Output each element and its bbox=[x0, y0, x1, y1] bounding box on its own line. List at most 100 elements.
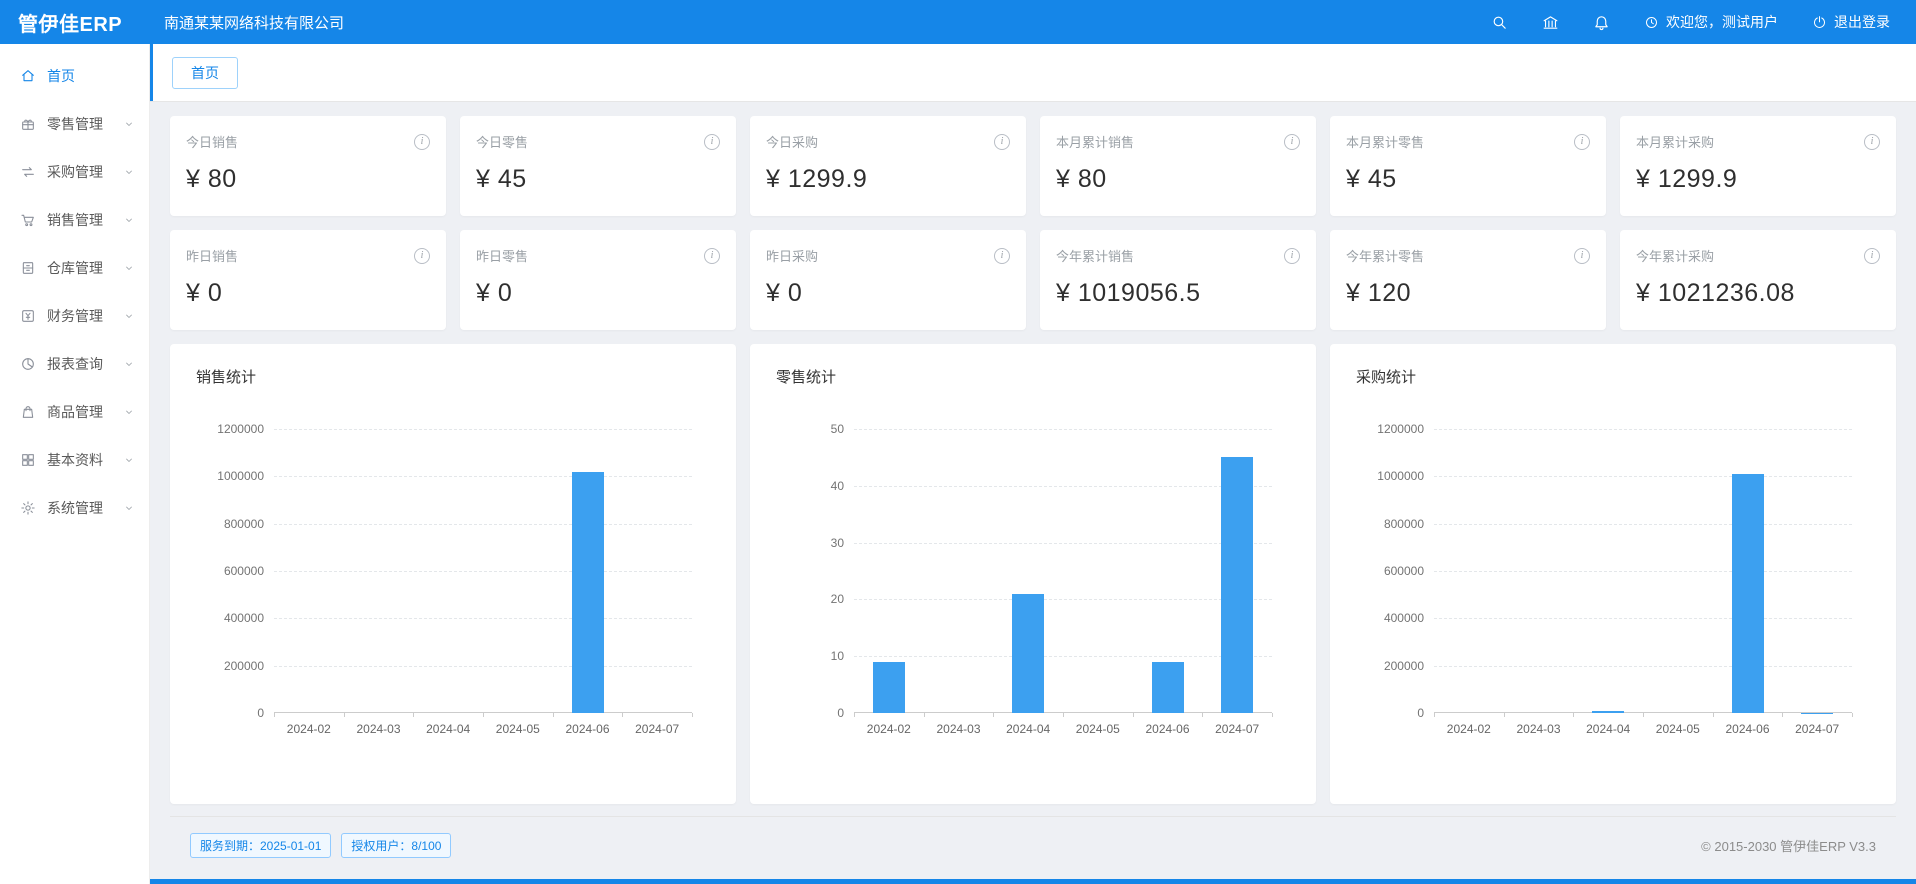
chart-title: 零售统计 bbox=[776, 366, 1290, 387]
sidebar-item-report[interactable]: 报表查询 bbox=[0, 340, 149, 388]
bar-2024-07[interactable] bbox=[1221, 457, 1253, 713]
bar-2024-04[interactable] bbox=[1012, 594, 1044, 713]
info-icon[interactable]: i bbox=[1864, 134, 1880, 150]
sidebar-item-warehouse[interactable]: 仓库管理 bbox=[0, 244, 149, 292]
stat-card-header: 今日采购i bbox=[766, 132, 1010, 151]
chevron-down-icon bbox=[123, 214, 135, 226]
x-axis-tick bbox=[993, 713, 994, 717]
bar-2024-06[interactable] bbox=[1732, 474, 1764, 713]
bar-2024-06[interactable] bbox=[1152, 662, 1184, 713]
stat-card-label: 本月累计采购 bbox=[1636, 132, 1714, 151]
sidebar-item-sales[interactable]: 销售管理 bbox=[0, 196, 149, 244]
stat-card: 昨日零售i¥ 0 bbox=[460, 230, 736, 330]
sidebar-item-home[interactable]: 首页 bbox=[0, 52, 149, 100]
stat-card-header: 今日零售i bbox=[476, 132, 720, 151]
info-icon[interactable]: i bbox=[1574, 134, 1590, 150]
x-axis-category-label: 2024-03 bbox=[1516, 722, 1560, 736]
retail-icon bbox=[20, 116, 36, 132]
info-icon[interactable]: i bbox=[1284, 248, 1300, 264]
bank-icon[interactable] bbox=[1542, 14, 1559, 31]
x-axis-tick bbox=[924, 713, 925, 717]
bar-2024-06[interactable] bbox=[572, 472, 604, 713]
info-icon[interactable]: i bbox=[414, 248, 430, 264]
system-icon bbox=[20, 500, 36, 516]
search-icon[interactable] bbox=[1491, 14, 1508, 31]
sidebar-item-label: 商品管理 bbox=[47, 402, 103, 422]
sidebar-item-retail[interactable]: 零售管理 bbox=[0, 100, 149, 148]
bell-icon[interactable] bbox=[1593, 14, 1610, 31]
stat-card-header: 今年累计采购i bbox=[1636, 246, 1880, 265]
stat-card-header: 昨日采购i bbox=[766, 246, 1010, 265]
y-axis-tick-label: 10 bbox=[774, 649, 844, 663]
stat-card-label: 本月累计零售 bbox=[1346, 132, 1424, 151]
info-icon[interactable]: i bbox=[994, 134, 1010, 150]
app-logo: 管伊佳ERP bbox=[0, 8, 150, 37]
stat-card-value: ¥ 80 bbox=[186, 165, 430, 194]
sidebar-item-goods[interactable]: 商品管理 bbox=[0, 388, 149, 436]
info-icon[interactable]: i bbox=[994, 248, 1010, 264]
stat-card: 今日销售 i ¥ 80 bbox=[170, 116, 446, 216]
x-axis-tick bbox=[1434, 713, 1435, 717]
stat-card-value: ¥ 1021236.08 bbox=[1636, 279, 1880, 308]
chevron-down-icon bbox=[123, 118, 135, 130]
chart-panel-2: 零售统计010203040502024-022024-032024-042024… bbox=[750, 344, 1316, 804]
gridline bbox=[1434, 571, 1852, 572]
info-icon[interactable]: i bbox=[414, 134, 430, 150]
x-axis-tick bbox=[854, 713, 855, 717]
info-icon[interactable]: i bbox=[1864, 248, 1880, 264]
gridline bbox=[854, 599, 1272, 600]
stat-card: 今日采购i¥ 1299.9 bbox=[750, 116, 1026, 216]
tab-home[interactable]: 首页 bbox=[172, 57, 238, 89]
stat-card-label: 今日销售 bbox=[186, 132, 238, 151]
stat-card: 本月累计销售i¥ 80 bbox=[1040, 116, 1316, 216]
sidebar-item-purchase[interactable]: 采购管理 bbox=[0, 148, 149, 196]
x-axis-tick bbox=[483, 713, 484, 717]
x-axis-category-label: 2024-03 bbox=[936, 722, 980, 736]
y-axis-tick-label: 20 bbox=[774, 592, 844, 606]
chevron-down-icon bbox=[123, 358, 135, 370]
gridline bbox=[1434, 666, 1852, 667]
chevron-down-icon bbox=[123, 502, 135, 514]
sidebar-item-system[interactable]: 系统管理 bbox=[0, 484, 149, 532]
stat-card: 今日零售i ¥ 45 bbox=[460, 116, 736, 216]
charts-row: 销售统计020000040000060000080000010000001200… bbox=[170, 344, 1896, 804]
gridline bbox=[854, 543, 1272, 544]
x-axis-category-label: 2024-07 bbox=[1215, 722, 1259, 736]
stat-cards-grid: 今日销售 i ¥ 80 今日零售i ¥ 45 今日采购i¥ 1299.9本月累计销售i¥ … bbox=[170, 116, 1896, 330]
y-axis-tick-label: 1200000 bbox=[194, 422, 264, 436]
x-axis-category-label: 2024-04 bbox=[1006, 722, 1050, 736]
stat-card-header: 本月累计零售 i bbox=[1346, 132, 1590, 151]
chevron-down-icon bbox=[123, 454, 135, 466]
gridline bbox=[1434, 524, 1852, 525]
info-icon[interactable]: i bbox=[704, 134, 720, 150]
sidebar-item-finance[interactable]: 财务管理 bbox=[0, 292, 149, 340]
stat-card-value: ¥ 45 bbox=[476, 165, 720, 194]
x-axis-category-label: 2024-04 bbox=[426, 722, 470, 736]
logout-button[interactable]: 退出登录 bbox=[1812, 12, 1890, 32]
y-axis-tick-label: 1200000 bbox=[1354, 422, 1424, 436]
y-axis-tick-label: 400000 bbox=[1354, 611, 1424, 625]
sidebar-item-label: 销售管理 bbox=[47, 210, 103, 230]
gridline bbox=[854, 656, 1272, 657]
stat-card-value: ¥ 0 bbox=[186, 279, 430, 308]
sidebar-item-label: 首页 bbox=[47, 66, 75, 86]
info-icon[interactable]: i bbox=[1574, 248, 1590, 264]
x-axis-tick bbox=[1272, 713, 1273, 717]
y-axis-tick-label: 600000 bbox=[194, 564, 264, 578]
chevron-down-icon bbox=[123, 406, 135, 418]
bar-2024-04[interactable] bbox=[1592, 711, 1624, 713]
bar-2024-02[interactable] bbox=[873, 662, 905, 713]
chevron-down-icon bbox=[123, 262, 135, 274]
user-menu[interactable]: 欢迎您，测试用户 bbox=[1644, 12, 1778, 32]
home-icon bbox=[20, 68, 36, 84]
info-icon[interactable]: i bbox=[704, 248, 720, 264]
x-axis-tick bbox=[1643, 713, 1644, 717]
content-area: 首页 今日销售 i ¥ 80 今日零售i ¥ 45 今日采购i¥ 1299.9本月累计销售… bbox=[150, 44, 1916, 884]
footer-badges: 服务到期：2025-01-01授权用户：8/100 bbox=[190, 833, 451, 858]
header-actions: 欢迎您，测试用户 退出登录 bbox=[1491, 12, 1916, 32]
info-icon[interactable]: i bbox=[1284, 134, 1300, 150]
gridline bbox=[1434, 476, 1852, 477]
gridline bbox=[1434, 618, 1852, 619]
warehouse-icon bbox=[20, 260, 36, 276]
sidebar-item-basedata[interactable]: 基本资料 bbox=[0, 436, 149, 484]
